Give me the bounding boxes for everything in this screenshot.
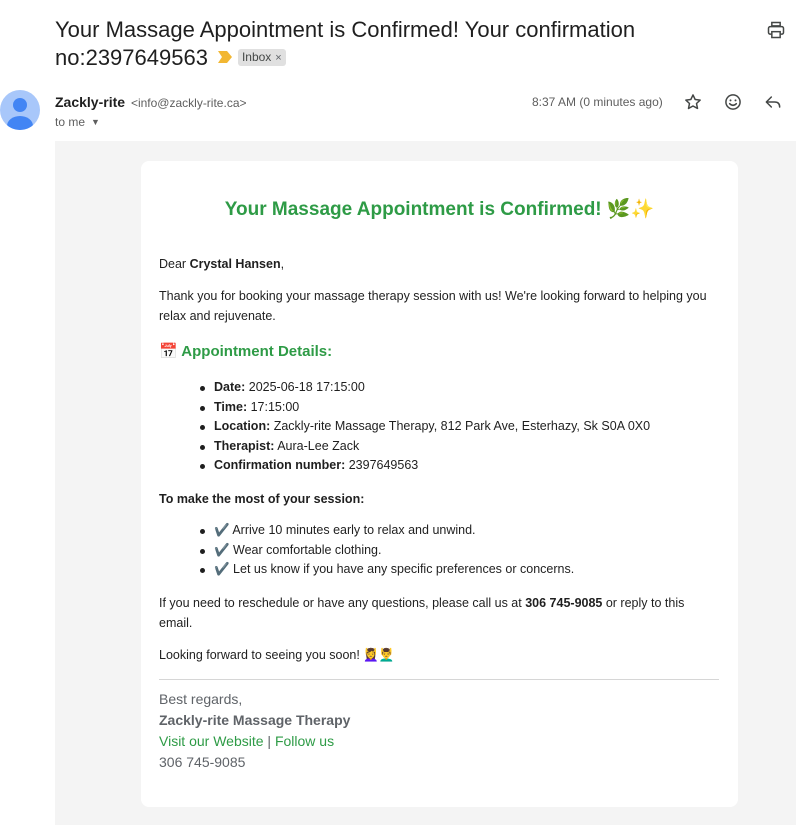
remove-label-icon[interactable]: × <box>275 52 281 64</box>
print-icon[interactable] <box>766 20 786 40</box>
detail-label: Confirmation number: <box>214 458 346 472</box>
reply-icon[interactable] <box>763 92 783 112</box>
reschedule-paragraph: If you need to reschedule or have any qu… <box>159 593 719 633</box>
detail-location: Location: Zackly-rite Massage Therapy, 8… <box>200 417 650 437</box>
signature-regards: Best regards, <box>159 691 243 707</box>
detail-value: Zackly-rite Massage Therapy, 812 Park Av… <box>270 419 651 433</box>
recipient-text: to me <box>55 115 86 129</box>
sender-info: Zackly-rite <info@zackly-rite.ca> <box>55 93 247 112</box>
intro-paragraph: Thank you for booking your massage thera… <box>159 289 707 323</box>
subject-text: Your Massage Appointment is Confirmed! Y… <box>55 17 636 70</box>
signature-phone: 306 745-9085 <box>159 754 246 770</box>
detail-confirmation-number: Confirmation number: 2397649563 <box>200 456 650 476</box>
customer-name: Crystal Hansen <box>189 257 281 271</box>
detail-label: Time: <box>214 399 248 414</box>
sender-avatar[interactable] <box>0 90 40 130</box>
tips-list: ✔️ Arrive 10 minutes early to relax and … <box>200 521 574 580</box>
sender-name[interactable]: Zackly-rite <box>55 94 125 110</box>
closing-line: Looking forward to seeing you soon! 💆‍♀️… <box>159 648 395 662</box>
tip-item: ✔️ Wear comfortable clothing. <box>200 541 574 561</box>
tip-item: ✔️ Arrive 10 minutes early to relax and … <box>200 521 574 541</box>
recipient-toggle[interactable]: to me ▼ <box>55 114 100 130</box>
person-icon <box>7 98 33 130</box>
timestamp: 8:37 AM (0 minutes ago) <box>532 95 663 109</box>
inbox-label-text: Inbox <box>241 49 272 64</box>
tip-item: ✔️ Let us know if you have any specific … <box>200 560 574 580</box>
importance-marker-icon[interactable] <box>217 51 232 64</box>
signature-business-name: Zackly-rite Massage Therapy <box>159 712 351 728</box>
star-icon[interactable] <box>683 92 703 112</box>
tips-heading-text: To make the most of your session: <box>159 492 365 506</box>
reschedule-phone: 306 745-9085 <box>525 596 603 610</box>
inbox-label-chip[interactable]: Inbox × <box>237 48 286 66</box>
email-subject: Your Massage Appointment is Confirmed! Y… <box>55 16 695 72</box>
tips-heading: To make the most of your session: <box>159 489 719 509</box>
reschedule-prefix: If you need to reschedule or have any qu… <box>159 596 526 610</box>
detail-value: 17:15:00 <box>247 399 300 414</box>
appointment-details-heading: 📅 Appointment Details: <box>159 343 333 360</box>
signature-links: Visit our Website | Follow us <box>159 731 334 752</box>
detail-date: Date: 2025-06-18 17:15:00 <box>200 378 650 398</box>
chevron-down-icon[interactable]: ▼ <box>91 114 100 130</box>
signature-divider <box>159 679 719 680</box>
detail-value: 2025-06-18 17:15:00 <box>245 380 365 394</box>
detail-time: Time: 17:15:00 <box>200 398 650 418</box>
website-link[interactable]: Visit our Website <box>159 733 264 749</box>
add-reaction-icon[interactable] <box>723 92 743 112</box>
greeting-prefix: Dear <box>159 257 190 271</box>
detail-label: Therapist: <box>214 438 275 453</box>
detail-value: Aura-Lee Zack <box>274 438 360 453</box>
greeting: Dear Crystal Hansen, <box>159 254 719 274</box>
link-separator: | <box>263 733 275 749</box>
email-title: Your Massage Appointment is Confirmed! 🌿… <box>224 199 655 220</box>
detail-label: Location: <box>214 419 271 433</box>
detail-label: Date: <box>214 380 246 394</box>
detail-value: 2397649563 <box>345 458 419 472</box>
sender-email: <info@zackly-rite.ca> <box>130 96 247 110</box>
greeting-suffix: , <box>280 257 285 271</box>
appointment-details-list: Date: 2025-06-18 17:15:00 Time: 17:15:00… <box>200 378 650 476</box>
follow-us-link[interactable]: Follow us <box>275 733 334 749</box>
detail-therapist: Therapist: Aura-Lee Zack <box>200 437 650 457</box>
